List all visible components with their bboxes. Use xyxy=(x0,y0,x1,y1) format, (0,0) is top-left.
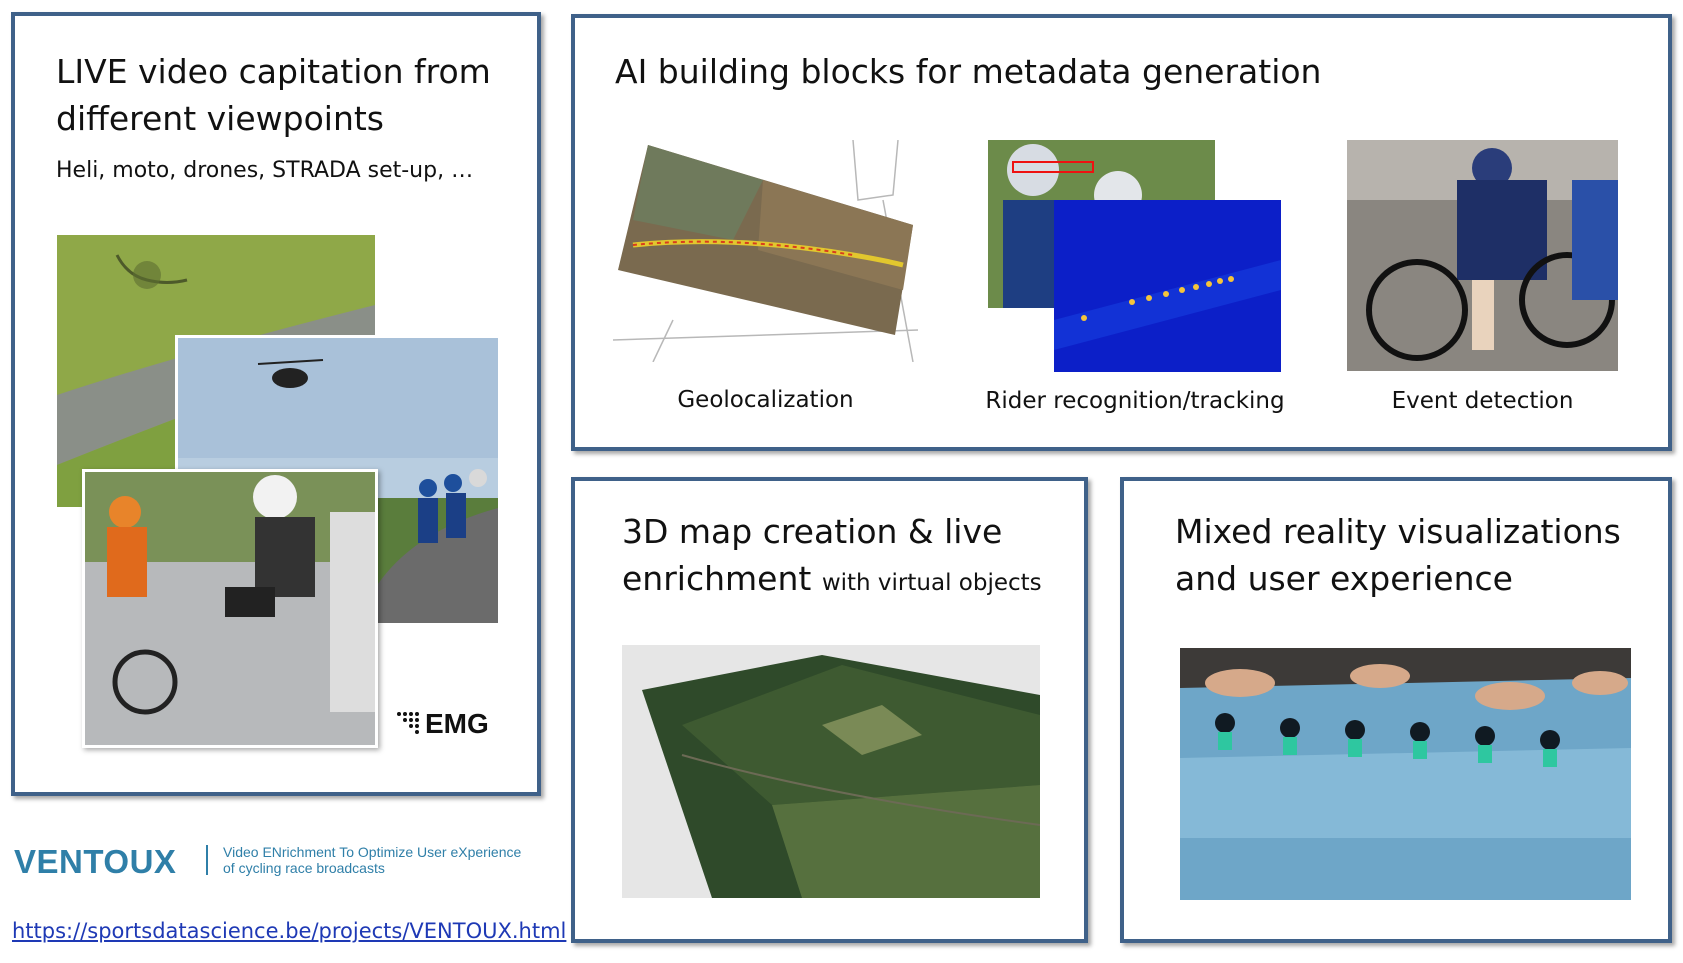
live-video-title: LIVE video capitation from different vie… xyxy=(56,52,491,138)
mixed-reality-image xyxy=(1180,648,1631,900)
3d-map-title: 3D map creation & live enrichment with v… xyxy=(622,508,1052,607)
3d-map-image xyxy=(622,645,1040,898)
caption-rider-recognition: Rider recognition/tracking xyxy=(985,388,1285,414)
caption-geolocalization: Geolocalization xyxy=(677,387,854,413)
mixed-reality-title: Mixed reality visualizations and user ex… xyxy=(1175,512,1621,598)
geolocalization-map-image xyxy=(613,140,918,362)
ventoux-brand: VENTOUX xyxy=(14,843,177,880)
live-video-subtitle: Heli, moto, drones, STRADA set-up, … xyxy=(56,158,474,183)
emg-logo-text: EMG xyxy=(425,708,489,739)
caption-event-detection: Event detection xyxy=(1391,388,1574,414)
ai-panel-title: AI building blocks for metadata generati… xyxy=(615,52,1322,91)
event-detection-image xyxy=(1347,140,1618,371)
ventoux-tagline: Video ENrichment To Optimize User eXperi… xyxy=(223,844,521,876)
project-link[interactable]: https://sportsdatascience.be/projects/VE… xyxy=(12,919,566,943)
emg-logo: EMG xyxy=(395,708,505,742)
tagline-line-1: Video ENrichment To Optimize User eXperi… xyxy=(223,844,522,860)
tagline-line-2: of cycling race broadcasts xyxy=(223,860,385,876)
emg-logo-dots-icon xyxy=(397,712,419,734)
rider-heatmap-image xyxy=(1054,200,1281,372)
moto-camera-image xyxy=(82,469,378,748)
3d-map-title-small: with virtual objects xyxy=(821,570,1042,596)
brand-separator xyxy=(206,845,208,875)
